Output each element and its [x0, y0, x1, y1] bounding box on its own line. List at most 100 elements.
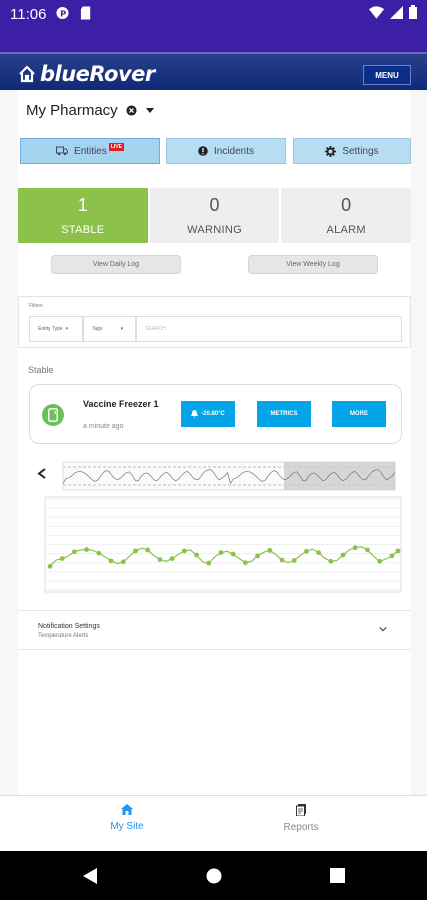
tab-settings-label: Settings [342, 145, 379, 157]
dropdown-arrow-icon[interactable] [145, 107, 155, 114]
data-point[interactable] [169, 556, 175, 562]
stable-card[interactable]: 1 STABLE [18, 188, 148, 243]
data-point[interactable] [157, 557, 163, 562]
temperature-button[interactable]: -20.80°C [181, 401, 235, 427]
data-point[interactable] [291, 558, 297, 563]
data-point[interactable] [316, 550, 322, 556]
temperature-value: -20.80°C [201, 411, 225, 417]
nav-my-site[interactable]: My Site [67, 804, 187, 832]
app-header: blueRover MENU [0, 52, 427, 90]
entity-type-label: Entity Type [38, 326, 63, 332]
data-point[interactable] [267, 548, 273, 553]
data-point[interactable] [304, 548, 309, 554]
entity-updated: a minute ago [83, 423, 124, 430]
data-point[interactable] [377, 558, 383, 564]
more-button[interactable]: MORE [332, 401, 386, 427]
home-circle-icon[interactable] [206, 868, 222, 884]
entity-card[interactable]: Vaccine Freezer 1 a minute ago -20.80°C … [29, 384, 402, 444]
data-point[interactable] [59, 556, 65, 562]
chevron-down-icon[interactable] [379, 625, 387, 633]
live-badge: LIVE [108, 143, 124, 151]
tab-settings[interactable]: Settings [293, 138, 411, 164]
brand-name: blueRover [40, 62, 155, 86]
data-point[interactable] [279, 557, 285, 563]
system-navigation-bar [0, 851, 427, 900]
data-point[interactable] [365, 547, 370, 553]
data-point[interactable] [230, 551, 236, 557]
battery-icon [409, 5, 417, 19]
entity-name: Vaccine Freezer 1 [83, 399, 159, 409]
series-line [49, 546, 399, 567]
wifi-icon [369, 5, 384, 19]
entity-type-select[interactable]: Entity Type ▾ [29, 316, 83, 342]
chevron-down-icon: ▾ [65, 326, 69, 332]
chevron-left-icon[interactable] [37, 468, 46, 479]
search-input[interactable]: SEARCH [136, 316, 402, 342]
bell-icon [191, 410, 199, 418]
chevron-down-icon: ▾ [120, 326, 124, 332]
data-point[interactable] [181, 548, 187, 554]
data-point[interactable] [47, 563, 53, 569]
data-point[interactable] [120, 559, 126, 565]
alert-icon [198, 146, 208, 156]
view-weekly-log-button[interactable]: View Weekly Log [248, 255, 378, 274]
data-point[interactable] [389, 553, 395, 559]
data-point[interactable] [145, 547, 151, 553]
data-point[interactable] [108, 558, 114, 564]
data-point[interactable] [328, 558, 334, 564]
tab-entities[interactable]: Entities LIVE [20, 138, 160, 164]
tab-entities-label: Entities [74, 145, 107, 157]
alarm-card[interactable]: 0 ALARM [281, 188, 412, 243]
data-point[interactable] [96, 550, 102, 556]
tags-label: Tags [92, 326, 103, 332]
data-point[interactable] [218, 550, 224, 556]
reports-icon [295, 804, 306, 816]
status-time: 11:06 [10, 6, 47, 23]
data-point[interactable] [206, 560, 212, 566]
stable-label: STABLE [61, 224, 105, 236]
data-point[interactable] [395, 548, 401, 554]
freezer-icon [42, 404, 64, 426]
view-daily-log-button[interactable]: View Daily Log [51, 255, 181, 274]
data-point[interactable] [255, 553, 260, 559]
alarm-count: 0 [341, 195, 352, 215]
nav-reports[interactable]: Reports [241, 804, 361, 833]
data-point[interactable] [340, 552, 346, 558]
clear-icon[interactable] [126, 105, 137, 116]
tab-incidents[interactable]: Incidents [166, 138, 286, 164]
filters-title: Filters [29, 303, 43, 309]
temperature-chart[interactable] [28, 457, 408, 605]
sd-card-icon [80, 6, 91, 20]
navigator-selection[interactable] [284, 462, 395, 490]
notification-title: Notification Settings [38, 623, 100, 630]
signal-icon [390, 5, 403, 19]
status-summary: 1 STABLE 0 WARNING 0 ALARM [18, 188, 412, 243]
data-point[interactable] [194, 552, 199, 558]
stable-count: 1 [77, 195, 88, 215]
metrics-button[interactable]: METRICS [257, 401, 311, 427]
data-point[interactable] [352, 545, 358, 551]
site-selector[interactable]: My Pharmacy [26, 102, 155, 119]
nav-my-site-label: My Site [110, 821, 144, 832]
back-icon[interactable] [82, 867, 98, 885]
warning-card[interactable]: 0 WARNING [149, 188, 280, 243]
status-bar: 11:06 P [0, 0, 427, 52]
filters-panel: Filters Entity Type ▾ Tags ▾ SEARCH [18, 296, 411, 348]
svg-text:P: P [60, 8, 66, 18]
site-name: My Pharmacy [26, 102, 118, 119]
series-points [47, 545, 401, 569]
menu-button[interactable]: MENU [363, 65, 411, 85]
brand-logo: blueRover [18, 62, 155, 86]
tags-select[interactable]: Tags ▾ [83, 316, 136, 342]
recents-icon[interactable] [330, 868, 345, 883]
data-point[interactable] [72, 549, 77, 555]
tab-incidents-label: Incidents [213, 145, 255, 157]
data-point[interactable] [242, 560, 248, 566]
gear-icon [325, 145, 337, 157]
notification-settings-row[interactable]: Notification Settings Temperature Alerts [18, 610, 411, 650]
main-content: My Pharmacy Entities LIVE Incidents Sett… [18, 90, 412, 795]
chart-svg [37, 461, 402, 593]
nav-reports-label: Reports [283, 822, 319, 833]
data-point[interactable] [133, 548, 138, 554]
data-point[interactable] [84, 547, 90, 552]
